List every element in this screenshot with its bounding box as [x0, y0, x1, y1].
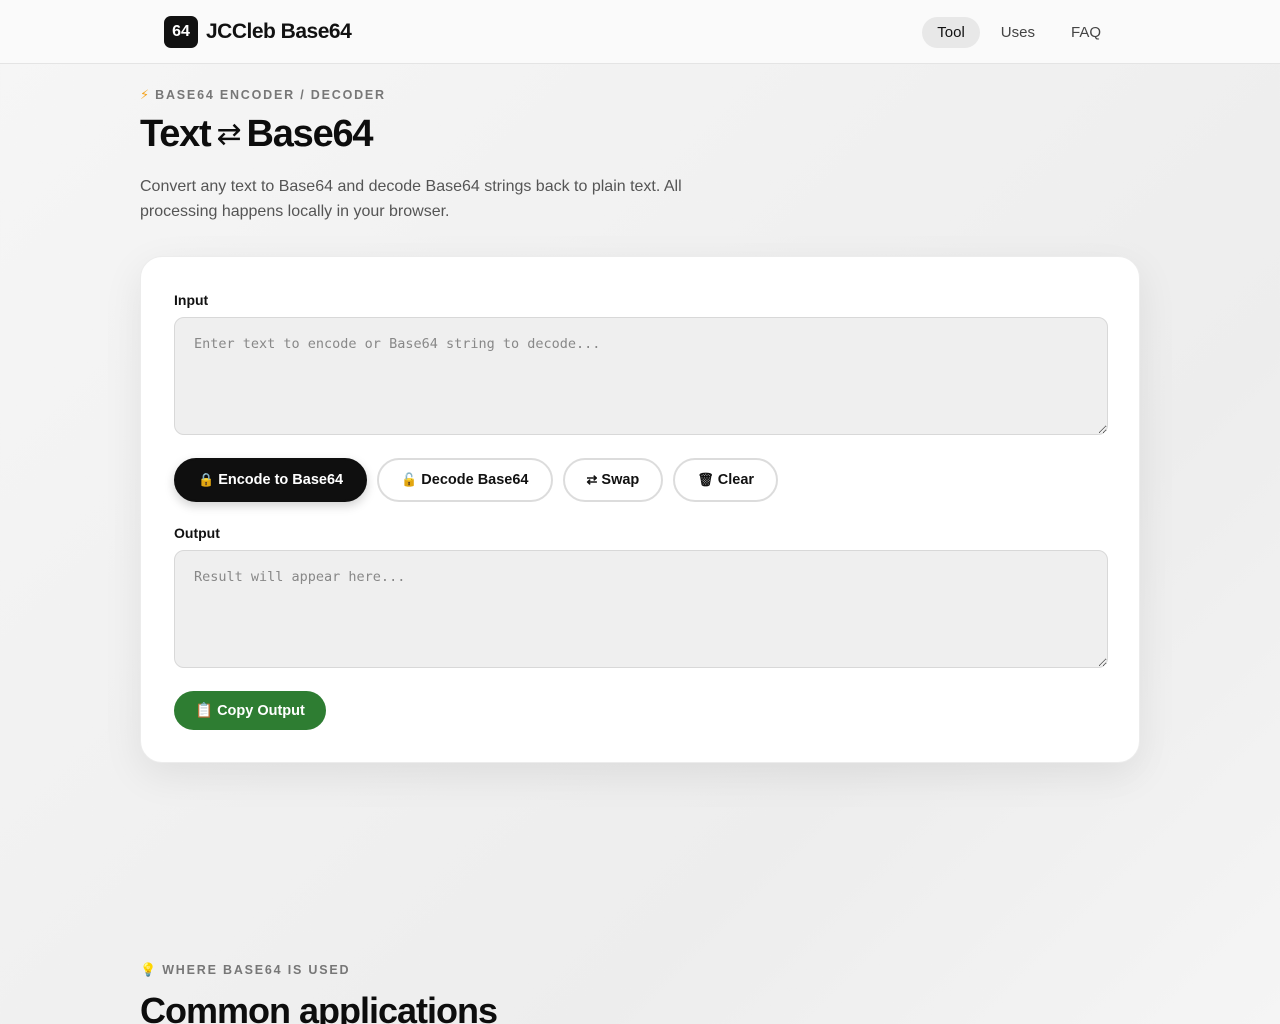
encode-button[interactable]: 🔒 Encode to Base64 — [174, 458, 368, 502]
swap-icon: ⇄ — [586, 472, 598, 487]
main-nav: Tool Uses FAQ — [922, 16, 1116, 49]
input-label: Input — [174, 292, 209, 308]
copy-button-label: Copy Output — [217, 702, 305, 719]
nav-uses[interactable]: Uses — [986, 17, 1050, 48]
page-title: Text ⇄ Base64 — [140, 113, 374, 156]
clear-button[interactable]: 🗑 Clear — [673, 458, 779, 502]
logo-badge: 64 — [164, 16, 198, 48]
encode-button-label: Encode to Base64 — [218, 472, 344, 488]
title-right: Base64 — [246, 113, 373, 155]
hero-description: Convert any text to Base64 and decode Ba… — [140, 178, 682, 220]
swap-button[interactable]: ⇄ Swap — [562, 458, 664, 502]
brand-name: JCCleb Base64 — [206, 20, 352, 43]
swap-arrows-icon: ⇄ — [216, 118, 242, 151]
input-textarea[interactable] — [174, 317, 1108, 435]
top-navbar: 64 JCCleb Base64 Tool Uses FAQ — [0, 0, 1280, 64]
lock-icon: 🔒 — [198, 472, 215, 487]
nav-faq[interactable]: FAQ — [1056, 17, 1116, 48]
hero-eyebrow-text: BASE64 ENCODER / DECODER — [155, 88, 386, 102]
decode-button[interactable]: 🔓 Decode Base64 — [377, 458, 553, 502]
title-left: Text — [140, 113, 212, 155]
uses-section-title: Common applications — [140, 990, 498, 1024]
trash-icon: 🗑 — [697, 472, 714, 487]
converter-card: Input 🔒 Encode to Base64 🔓 Decode Base64… — [140, 256, 1140, 763]
copy-output-button[interactable]: 📋 Copy Output — [174, 691, 326, 730]
brand[interactable]: 64 JCCleb Base64 — [164, 16, 352, 48]
output-textarea[interactable] — [174, 550, 1108, 668]
uses-eyebrow: 💡 WHERE BASE64 IS USED — [140, 962, 350, 978]
swap-button-label: Swap — [601, 472, 640, 488]
lightbulb-icon: 💡 — [140, 962, 157, 977]
uses-eyebrow-text: WHERE BASE64 IS USED — [162, 963, 351, 977]
action-buttons: 🔒 Encode to Base64 🔓 Decode Base64 ⇄ Swa… — [174, 458, 779, 502]
clear-button-label: Clear — [717, 472, 755, 488]
clipboard-icon: 📋 — [195, 703, 214, 719]
hero-eyebrow: ⚡ BASE64 ENCODER / DECODER — [140, 87, 386, 103]
lightning-icon: ⚡ — [140, 87, 150, 102]
decode-button-label: Decode Base64 — [421, 472, 529, 488]
output-label: Output — [174, 525, 220, 541]
unlock-icon: 🔓 — [401, 472, 418, 487]
nav-tool[interactable]: Tool — [922, 17, 980, 48]
